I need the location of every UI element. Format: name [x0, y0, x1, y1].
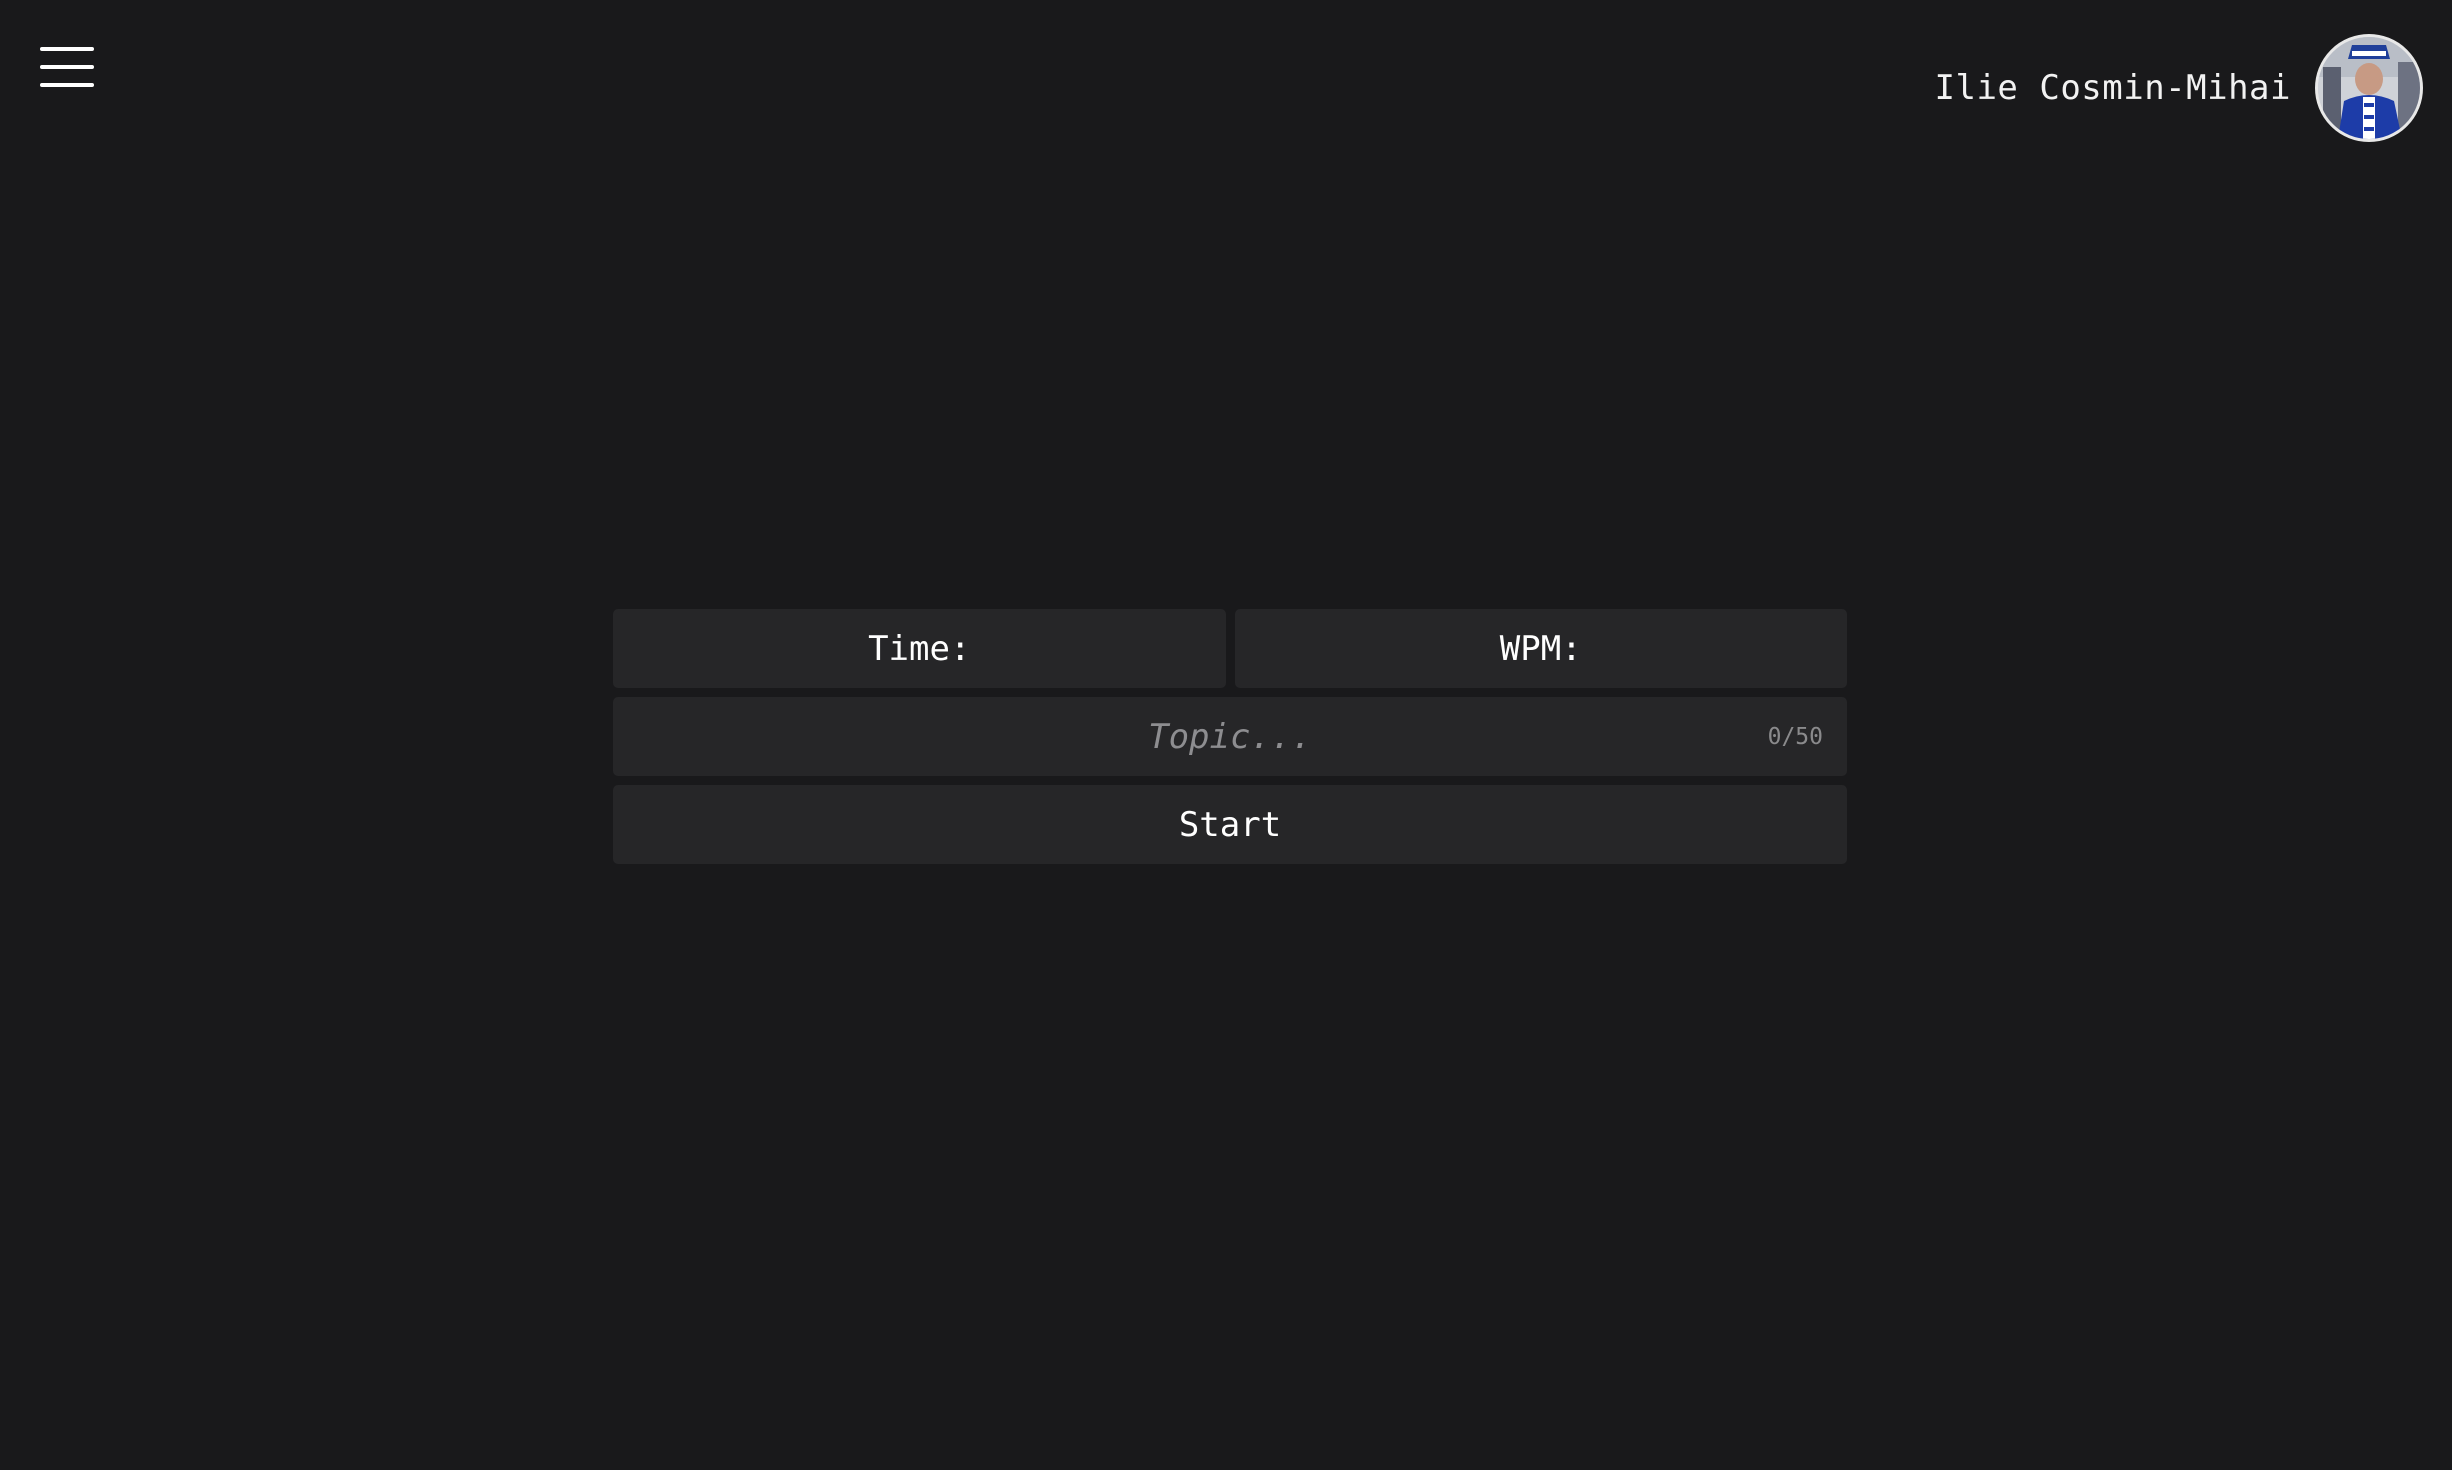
time-label: Time:: [868, 628, 971, 669]
topic-field: 0/50: [613, 697, 1847, 776]
time-display: Time:: [613, 609, 1226, 688]
wpm-display: WPM:: [1234, 609, 1847, 688]
user-profile: Ilie Cosmin-Mihai: [1934, 34, 2423, 142]
avatar-photo: [2318, 37, 2420, 139]
menu-button[interactable]: [36, 40, 98, 94]
character-counter: 0/50: [1767, 723, 1823, 750]
wpm-label: WPM:: [1499, 628, 1582, 669]
topic-input[interactable]: [613, 697, 1847, 776]
start-button[interactable]: Start: [613, 785, 1847, 864]
user-name: Ilie Cosmin-Mihai: [1934, 68, 2291, 108]
hamburger-menu-icon: [40, 47, 94, 87]
page: Ilie Cosmin-Mihai Time: WPM: Topic... 0/…: [0, 0, 2452, 1470]
typing-test-panel: Time: WPM: 0/50 Start: [613, 609, 1847, 864]
stats-row: Time: WPM:: [613, 609, 1847, 688]
avatar[interactable]: [2315, 34, 2423, 142]
